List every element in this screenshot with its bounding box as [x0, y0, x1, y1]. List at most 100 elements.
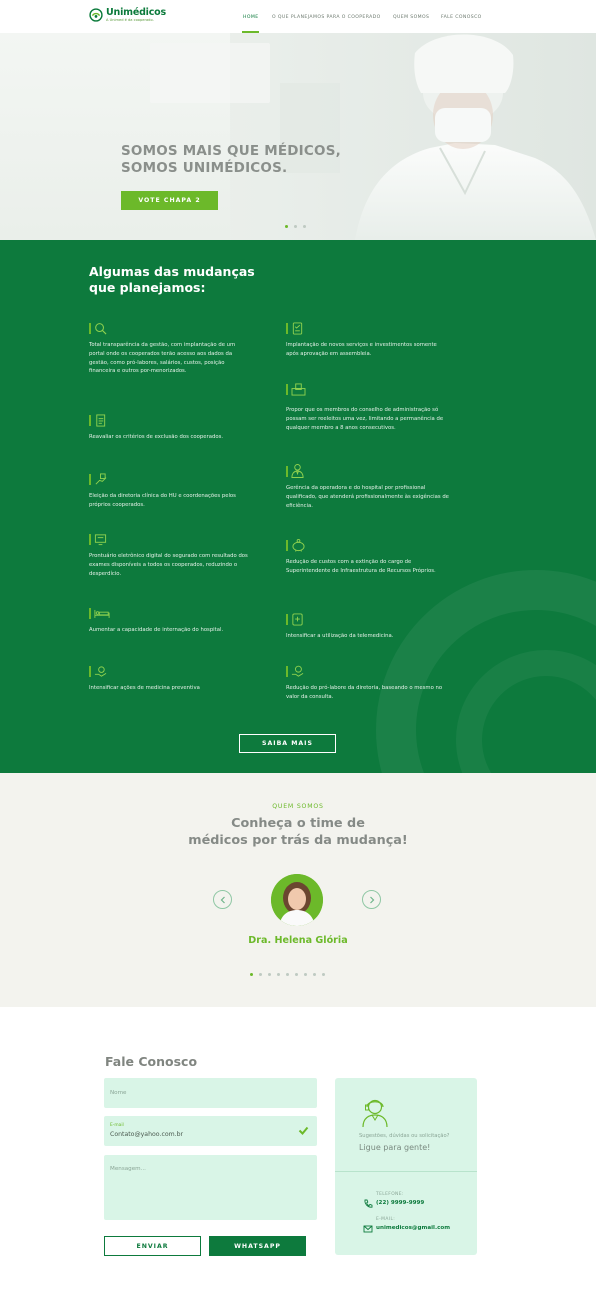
- name-field[interactable]: Nome: [104, 1078, 317, 1108]
- hero-title-line2: SOMOS UNIMÉDICOS.: [121, 160, 288, 176]
- changes-section: Algumas das mudanças que planejamos: Tot…: [0, 240, 596, 773]
- team-title: Conheça o time de médicos por trás da mu…: [0, 815, 596, 849]
- team-dot[interactable]: [277, 973, 280, 976]
- change-item: Intensificar ações de medicina preventiv…: [89, 664, 249, 693]
- card-subtitle: Sugestões, dúvidas ou solicitação?: [359, 1133, 450, 1139]
- nav-quem-somos[interactable]: QUEM SOMOS: [393, 15, 429, 20]
- slider-dot[interactable]: [294, 225, 297, 228]
- phone-number[interactable]: (22) 9999-9999: [376, 1200, 424, 1206]
- change-text: Intensificar ações de medicina preventiv…: [89, 685, 200, 691]
- accent-bar: [89, 414, 91, 426]
- chevron-left-icon: [220, 896, 225, 903]
- accent-bar: [286, 665, 288, 677]
- change-item: Reavaliar os critérios de exclusão dos c…: [89, 413, 249, 442]
- phone-icon: [364, 1199, 373, 1208]
- accent-bar: [89, 473, 91, 485]
- change-item: Total transparência da gestão, com impla…: [89, 321, 249, 376]
- changes-title-line1: Algumas das mudanças: [89, 264, 255, 279]
- email-label: E-mail: [110, 1123, 124, 1128]
- slider-dot[interactable]: [303, 225, 306, 228]
- vote-hand-icon: [95, 472, 107, 484]
- next-arrow-button[interactable]: [362, 890, 381, 909]
- team-dot[interactable]: [259, 973, 262, 976]
- hospital-bed-icon: [94, 609, 110, 618]
- hero-background-window: [150, 43, 270, 103]
- support-agent-icon: [362, 1099, 388, 1128]
- change-item: Prontuário eletrônico digital do segurad…: [89, 532, 249, 578]
- team-section: QUEM SOMOS Conheça o time de médicos por…: [0, 773, 596, 1007]
- team-dot[interactable]: [313, 973, 316, 976]
- member-name: Dra. Helena Glória: [248, 935, 348, 946]
- name-placeholder: Nome: [110, 1090, 127, 1096]
- change-text: Total transparência da gestão, com impla…: [89, 342, 236, 375]
- team-title-line2: médicos por trás da mudança!: [188, 833, 408, 848]
- message-field[interactable]: Mensagem...: [104, 1155, 317, 1220]
- change-item: Implantação de novos serviços e investim…: [286, 321, 451, 359]
- team-dot[interactable]: [322, 973, 325, 976]
- accent-bar: [89, 665, 91, 677]
- changes-title-line2: que planejamos:: [89, 280, 206, 295]
- nav-home[interactable]: HOME: [243, 15, 259, 20]
- accent-bar: [286, 539, 288, 551]
- change-text: Propor que os membros do conselho de adm…: [286, 407, 444, 431]
- mail-icon: [363, 1225, 373, 1233]
- chevron-right-icon: [369, 896, 374, 903]
- slider-dot[interactable]: [285, 225, 288, 228]
- team-dot[interactable]: [304, 973, 307, 976]
- nav-planejamos[interactable]: O QUE PLANEJAMOS PARA O COOPERADO: [272, 15, 381, 20]
- change-text: Aumentar a capacidade de internação do h…: [89, 627, 224, 633]
- nav-active-indicator: [242, 31, 259, 33]
- phone-label: TELEFONE:: [376, 1192, 404, 1197]
- accent-bar: [286, 383, 288, 395]
- prev-arrow-button[interactable]: [213, 890, 232, 909]
- team-dot[interactable]: [250, 973, 253, 976]
- telemedicine-icon: [292, 612, 303, 626]
- member-photo: [271, 874, 323, 926]
- accent-bar: [286, 465, 288, 477]
- team-dot[interactable]: [286, 973, 289, 976]
- change-text: Redução do pró-labore da diretoria, base…: [286, 685, 443, 700]
- changes-title: Algumas das mudanças que planejamos:: [89, 264, 289, 296]
- team-dot[interactable]: [295, 973, 298, 976]
- change-item: Redução do pró-labore da diretoria, base…: [286, 664, 451, 702]
- hero-title: SOMOS MAIS QUE MÉDICOS, SOMOS UNIMÉDICOS…: [121, 143, 381, 177]
- main-nav: HOME O QUE PLANEJAMOS PARA O COOPERADO Q…: [0, 15, 596, 25]
- email-field[interactable]: E-mail Contato@yahoo.com.br: [104, 1116, 317, 1146]
- card-heading: Ligue para gente!: [359, 1143, 431, 1152]
- check-icon: [298, 1126, 309, 1135]
- team-slider-dots: [250, 973, 325, 976]
- change-item: Intensificar a utilização da telemedicin…: [286, 612, 451, 641]
- accent-bar: [89, 607, 91, 619]
- email-value: Contato@yahoo.com.br: [110, 1131, 184, 1138]
- change-item: Redução de custos com a extinção do carg…: [286, 538, 451, 576]
- change-text: Intensificar a utilização da telemedicin…: [286, 633, 394, 639]
- whatsapp-button[interactable]: WHATSAPP: [209, 1236, 306, 1256]
- piggy-bank-icon: [292, 538, 305, 552]
- hero-banner: SOMOS MAIS QUE MÉDICOS, SOMOS UNIMÉDICOS…: [0, 33, 596, 240]
- search-icon: [95, 322, 107, 334]
- team-dot[interactable]: [268, 973, 271, 976]
- member-avatar[interactable]: [271, 874, 323, 926]
- change-item: Gerência da operadora e do hospital por …: [286, 462, 451, 510]
- computer-icon: [94, 533, 107, 545]
- nav-fale-conosco[interactable]: FALE CONOSCO: [441, 15, 482, 20]
- accent-bar: [89, 533, 91, 545]
- ballot-box-icon: [291, 382, 306, 396]
- mail-address[interactable]: unimedicos@gmail.com: [376, 1225, 450, 1231]
- change-item: Propor que os membros do conselho de adm…: [286, 382, 451, 432]
- saiba-mais-button[interactable]: SAIBA MAIS: [239, 734, 336, 753]
- change-text: Prontuário eletrônico digital do segurad…: [89, 553, 248, 577]
- accent-bar: [286, 613, 288, 625]
- change-text: Gerência da operadora e do hospital por …: [286, 485, 449, 509]
- send-button[interactable]: ENVIAR: [104, 1236, 201, 1256]
- hero-slider-dots: [285, 225, 306, 228]
- change-text: Implantação de novos serviços e investim…: [286, 342, 437, 357]
- document-icon: [96, 413, 106, 427]
- message-placeholder: Mensagem...: [110, 1166, 146, 1172]
- card-divider: [335, 1171, 477, 1172]
- team-kicker: QUEM SOMOS: [272, 803, 324, 810]
- accent-bar: [89, 322, 91, 334]
- mail-label: E-MAIL:: [376, 1217, 396, 1222]
- vote-chapa-button[interactable]: VOTE CHAPA 2: [121, 191, 218, 210]
- hand-care-icon: [94, 665, 107, 677]
